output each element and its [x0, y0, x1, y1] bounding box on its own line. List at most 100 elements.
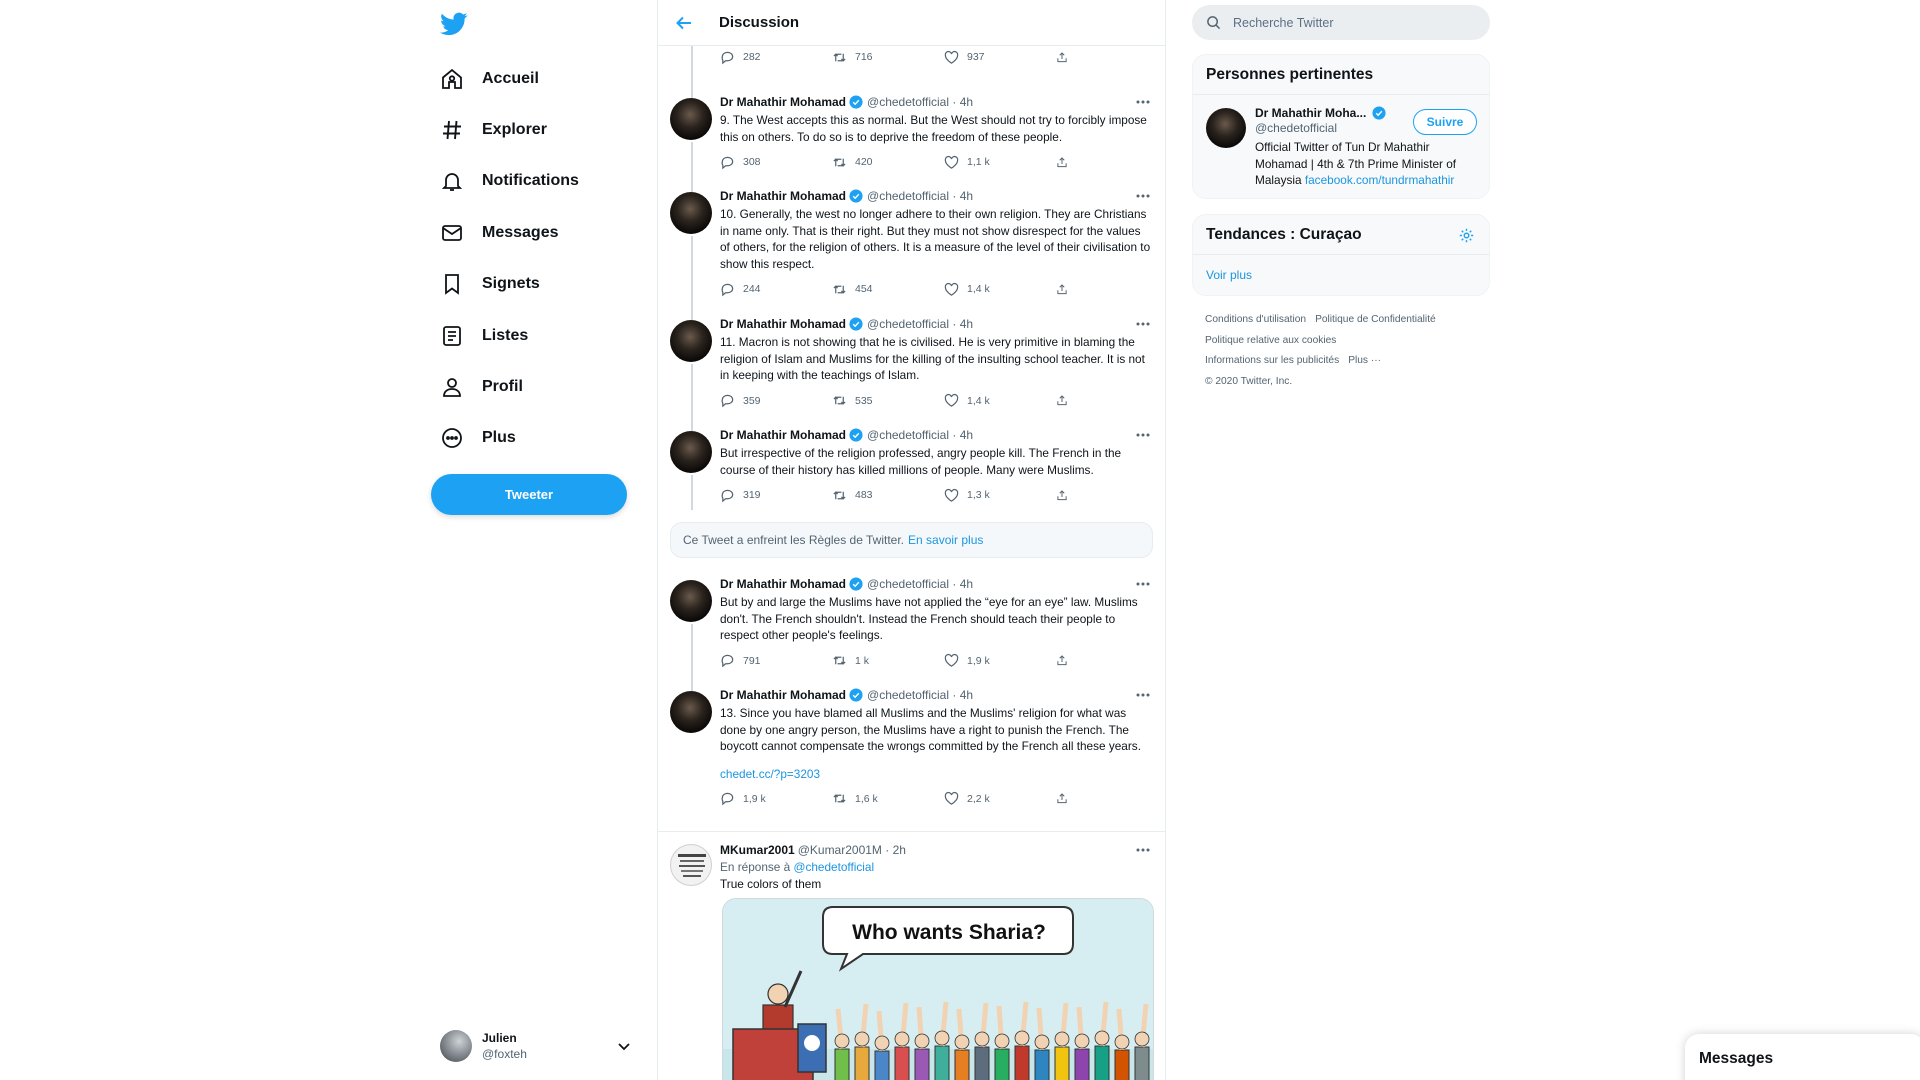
like-button[interactable]: 2,2 k: [944, 791, 1056, 806]
reply-button[interactable]: 319: [720, 488, 832, 503]
more-options-icon[interactable]: [1135, 688, 1151, 702]
like-count: 1,9 k: [967, 654, 990, 667]
reply-count: 319: [743, 489, 761, 502]
avatar[interactable]: [670, 580, 712, 622]
search-box[interactable]: [1192, 5, 1490, 40]
reply-icon: [721, 655, 734, 668]
footer-link[interactable]: Politique relative aux cookies: [1205, 335, 1336, 346]
avatar[interactable]: [670, 98, 712, 140]
heart-icon: [944, 488, 959, 502]
footer-link[interactable]: Conditions d'utilisation: [1205, 314, 1306, 325]
messages-drawer[interactable]: Messages: [1685, 1034, 1920, 1080]
retweet-button[interactable]: 1,6 k: [832, 791, 944, 806]
reply-button[interactable]: 791: [720, 653, 832, 668]
reply-count: 308: [743, 156, 761, 169]
like-button[interactable]: 937: [944, 50, 1056, 65]
more-circle-icon: [442, 428, 462, 449]
like-button[interactable]: 1,3 k: [944, 488, 1056, 503]
nav-item-more[interactable]: Plus: [440, 413, 640, 464]
share-button[interactable]: [1056, 393, 1076, 408]
author-name[interactable]: Dr Mahathir Mohamad: [720, 688, 846, 702]
more-options-icon[interactable]: [1135, 95, 1151, 109]
nav-item-bookmarks[interactable]: Signets: [440, 259, 640, 310]
nav-item-profile[interactable]: Profil: [440, 361, 640, 412]
tweet[interactable]: Dr Mahathir Mohamad @chedetofficial · 4h …: [658, 86, 1165, 180]
tweet[interactable]: Dr Mahathir Mohamad @chedetofficial · 4h …: [658, 568, 1165, 679]
tweet[interactable]: Dr Mahathir Mohamad @chedetofficial · 4h …: [658, 180, 1165, 308]
share-button[interactable]: [1056, 653, 1076, 668]
avatar[interactable]: [1206, 108, 1246, 148]
share-button[interactable]: [1056, 155, 1076, 170]
author-name[interactable]: Dr Mahathir Mohamad: [720, 428, 846, 442]
user-name[interactable]: Dr Mahathir Moha...: [1255, 106, 1366, 120]
tweet-link[interactable]: chedet.cc/?p=3203: [720, 767, 820, 781]
bio-link[interactable]: facebook.com/tundrmahathir: [1305, 173, 1455, 187]
avatar[interactable]: [670, 431, 712, 473]
footer-link[interactable]: Informations sur les publicités: [1205, 355, 1339, 366]
author-name[interactable]: Dr Mahathir Mohamad: [720, 95, 846, 109]
follow-button[interactable]: Suivre: [1413, 109, 1477, 135]
envelope-icon: [442, 224, 462, 241]
tweet[interactable]: Dr Mahathir Mohamad @chedetofficial · 4h …: [658, 308, 1165, 419]
footer-link[interactable]: Politique de Confidentialité: [1315, 314, 1436, 325]
search-input[interactable]: [1233, 15, 1453, 30]
show-more-link[interactable]: Voir plus: [1193, 255, 1489, 295]
nav-item-lists[interactable]: Listes: [440, 310, 640, 361]
learn-more-link[interactable]: En savoir plus: [908, 533, 983, 547]
author-name[interactable]: Dr Mahathir Mohamad: [720, 317, 846, 331]
author-name[interactable]: Dr Mahathir Mohamad: [720, 577, 846, 591]
reply-button[interactable]: 244: [720, 282, 832, 297]
nav-item-notifications[interactable]: Notifications: [440, 156, 640, 207]
retweet-button[interactable]: 483: [832, 488, 944, 503]
more-options-icon[interactable]: [1135, 189, 1151, 203]
nav-item-explore[interactable]: Explorer: [440, 104, 640, 155]
author-name[interactable]: MKumar2001: [720, 843, 795, 857]
reply-button[interactable]: 282: [720, 50, 832, 65]
retweet-button[interactable]: 1 k: [832, 653, 944, 668]
more-options-icon[interactable]: [1135, 317, 1151, 331]
tweet[interactable]: Dr Mahathir Mohamad @chedetofficial · 4h …: [658, 679, 1165, 832]
share-button[interactable]: [1056, 791, 1076, 806]
more-options-icon[interactable]: [1135, 577, 1151, 591]
conversation-column: Discussion 282 716 937 Dr Mahathir Moham…: [657, 0, 1166, 1080]
gear-icon[interactable]: [1458, 227, 1475, 244]
reply-button[interactable]: 1,9 k: [720, 791, 832, 806]
avatar[interactable]: [670, 844, 712, 886]
back-arrow-icon[interactable]: [675, 14, 693, 32]
share-button[interactable]: [1056, 488, 1076, 503]
tweet-button[interactable]: Tweeter: [431, 474, 627, 515]
more-options-icon[interactable]: [1135, 428, 1151, 442]
reply-to-link[interactable]: @chedetofficial: [793, 860, 874, 874]
heart-icon: [944, 654, 959, 668]
author-handle-time: @chedetofficial · 4h: [867, 428, 974, 442]
retweet-icon: [833, 158, 846, 167]
share-icon: [1057, 156, 1067, 167]
avatar[interactable]: [670, 691, 712, 733]
tweet-image[interactable]: Who wants Sharia?: [722, 898, 1154, 1080]
share-button[interactable]: [1056, 50, 1076, 65]
tweet[interactable]: Dr Mahathir Mohamad @chedetofficial · 4h …: [658, 419, 1165, 510]
twitter-logo-icon[interactable]: [440, 10, 468, 38]
author-name[interactable]: Dr Mahathir Mohamad: [720, 189, 846, 203]
reply-icon: [721, 395, 734, 408]
nav-item-home[interactable]: Accueil: [440, 53, 640, 104]
account-switcher[interactable]: Julien @foxteh: [440, 1026, 640, 1066]
reply-button[interactable]: 359: [720, 393, 832, 408]
retweet-button[interactable]: 420: [832, 155, 944, 170]
reply-button[interactable]: 308: [720, 155, 832, 170]
suggested-user[interactable]: Dr Mahathir Moha... @chedetofficial Offi…: [1193, 95, 1489, 197]
retweet-button[interactable]: 716: [832, 50, 944, 65]
more-options-icon[interactable]: [1135, 843, 1151, 857]
avatar[interactable]: [670, 320, 712, 362]
retweet-button[interactable]: 454: [832, 282, 944, 297]
retweet-button[interactable]: 535: [832, 393, 944, 408]
avatar[interactable]: [670, 192, 712, 234]
panel-title: Personnes pertinentes: [1193, 55, 1489, 95]
like-button[interactable]: 1,4 k: [944, 282, 1056, 297]
footer-more-link[interactable]: Plus ···: [1348, 355, 1381, 366]
like-button[interactable]: 1,4 k: [944, 393, 1056, 408]
like-button[interactable]: 1,1 k: [944, 155, 1056, 170]
like-button[interactable]: 1,9 k: [944, 653, 1056, 668]
nav-item-messages[interactable]: Messages: [440, 207, 640, 258]
share-button[interactable]: [1056, 282, 1076, 297]
